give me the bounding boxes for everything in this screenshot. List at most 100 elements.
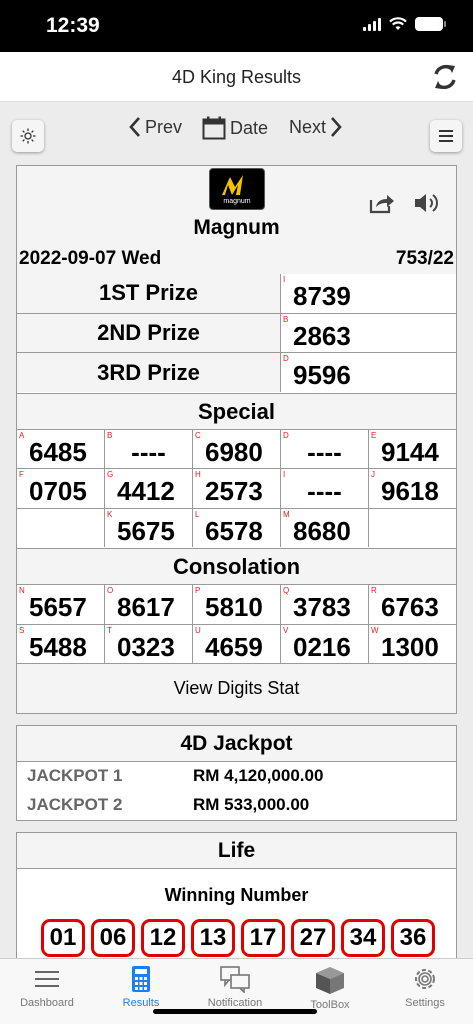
tab-dashboard[interactable]: Dashboard	[0, 965, 94, 1009]
wifi-icon	[389, 17, 407, 30]
sun-icon	[20, 128, 36, 144]
cell-letter: F	[19, 470, 24, 480]
special-cell: C 6980	[193, 430, 280, 469]
cell-letter: H	[195, 470, 201, 480]
page-title: 4D King Results	[171, 67, 302, 87]
tab-label: Settings	[405, 997, 445, 1009]
cell-letter: G	[107, 470, 114, 480]
app-screen: 12:39 4D King Results Prev Date Next mag…	[0, 0, 473, 1024]
menu-button[interactable]	[430, 120, 462, 152]
draw-date: 2022-09-07 Wed	[19, 248, 162, 269]
special-cell: H 2573	[193, 469, 280, 508]
cell-letter: L	[195, 509, 200, 519]
menu-icon	[35, 971, 59, 987]
draw-number: 753/22	[395, 248, 454, 269]
life-title: Life	[17, 833, 456, 869]
nav-bar: 4D King Results	[0, 52, 473, 102]
prize-cell: B 2863	[281, 313, 456, 353]
cell-number: 4412	[117, 476, 175, 507]
jackpot-label: JACKPOT 1	[27, 766, 123, 785]
cell-number: 8680	[293, 515, 351, 546]
hamburger-icon	[439, 130, 453, 142]
battery-icon	[415, 17, 446, 31]
cell-letter: A	[19, 431, 25, 440]
consolation-cell: S 5488	[17, 624, 104, 663]
consolation-cell: Q 3783	[281, 585, 368, 624]
winning-number-ball: 13	[191, 919, 235, 957]
cell-number: 6980	[205, 437, 263, 467]
consolation-cell: U 4659	[193, 624, 280, 663]
winning-number-label: Winning Number	[164, 885, 309, 905]
view-digits-stat-button[interactable]: View Digits Stat	[17, 663, 456, 713]
cell-letter: O	[107, 586, 114, 595]
tab-notification[interactable]: Notification	[188, 965, 282, 1009]
signal-icon	[363, 17, 381, 31]
jackpot-amount: RM 4,120,000.00	[193, 766, 324, 785]
refresh-icon[interactable]	[431, 62, 459, 92]
date-button[interactable]: Date	[202, 116, 268, 140]
home-indicator	[153, 1009, 317, 1014]
chevron-right-icon	[331, 117, 342, 137]
tab-label: Notification	[207, 997, 263, 1009]
cell-letter: M	[283, 509, 290, 519]
prize-label: 1ST Prize	[17, 274, 280, 313]
prev-label: Prev	[145, 116, 183, 137]
tab-settings[interactable]: Settings	[378, 965, 472, 1009]
special-cell: L 6578	[193, 508, 280, 547]
share-icon[interactable]	[369, 192, 395, 214]
cell-number: 6763	[381, 592, 439, 622]
tab-toolbox[interactable]: ToolBox	[283, 965, 377, 1011]
cell-letter: E	[371, 431, 377, 440]
next-button[interactable]: Next	[289, 116, 343, 138]
tab-bar: Dashboard Results Notification ToolBox S…	[0, 958, 473, 1024]
cell-letter: U	[195, 625, 201, 635]
cell-number: 1300	[381, 631, 439, 662]
results-header: magnum Magnum 2022-09-07 Wed 753/22	[17, 166, 456, 274]
brightness-button[interactable]	[12, 120, 44, 152]
special-cell	[17, 508, 104, 547]
status-bar: 12:39	[0, 0, 473, 52]
cell-number: 4659	[205, 631, 263, 662]
toolbar: Prev Date Next	[0, 102, 473, 157]
winning-number-ball: 17	[241, 919, 285, 957]
jackpot-label: JACKPOT 2	[27, 795, 123, 814]
cell-letter: N	[19, 586, 25, 595]
special-cell	[369, 508, 456, 547]
prize-table: 1ST Prize I 8739 2ND Prize B 2863 3RD Priz…	[17, 274, 456, 392]
cell-letter: R	[371, 586, 377, 595]
consolation-cell: V 0216	[281, 624, 368, 663]
prize-label: 2ND Prize	[17, 313, 280, 353]
prize-label: 3RD Prize	[17, 353, 280, 392]
consolation-cell: W 1300	[369, 624, 456, 663]
logo-text: magnum	[223, 198, 251, 205]
prize-cell: I 8739	[281, 274, 456, 313]
special-cell: A 6485	[17, 430, 104, 469]
cell-number: 5657	[29, 592, 87, 622]
status-time: 12:39	[46, 14, 100, 37]
chevron-left-icon	[129, 117, 140, 137]
tab-label: Dashboard	[20, 997, 74, 1009]
prize-letter: I	[283, 275, 286, 284]
tab-results[interactable]: Results	[94, 965, 188, 1009]
prev-button[interactable]: Prev	[128, 116, 182, 138]
prize-number: 8739	[293, 281, 351, 311]
special-cell: M 8680	[281, 508, 368, 547]
chat-icon	[220, 966, 250, 993]
tab-label: Results	[122, 997, 160, 1009]
cell-number: 5810	[205, 592, 263, 622]
cell-number: ----	[307, 437, 342, 467]
winning-number-ball: 01	[41, 919, 85, 957]
status-icons	[363, 17, 446, 31]
consolation-cell: N 5657	[17, 585, 104, 624]
magnum-logo: magnum	[209, 168, 265, 210]
prize-letter: D	[283, 354, 289, 364]
winning-number-ball: 12	[141, 919, 185, 957]
cell-letter: V	[283, 625, 289, 635]
cell-number: ----	[307, 476, 342, 507]
cell-letter: W	[371, 625, 379, 635]
cell-number: 6485	[29, 437, 87, 467]
special-cell: D ----	[281, 430, 368, 469]
speaker-icon[interactable]	[413, 191, 441, 215]
prize-cell: D 9596	[281, 353, 456, 392]
results-card: magnum Magnum 2022-09-07 Wed 753/22 1ST …	[16, 165, 457, 714]
